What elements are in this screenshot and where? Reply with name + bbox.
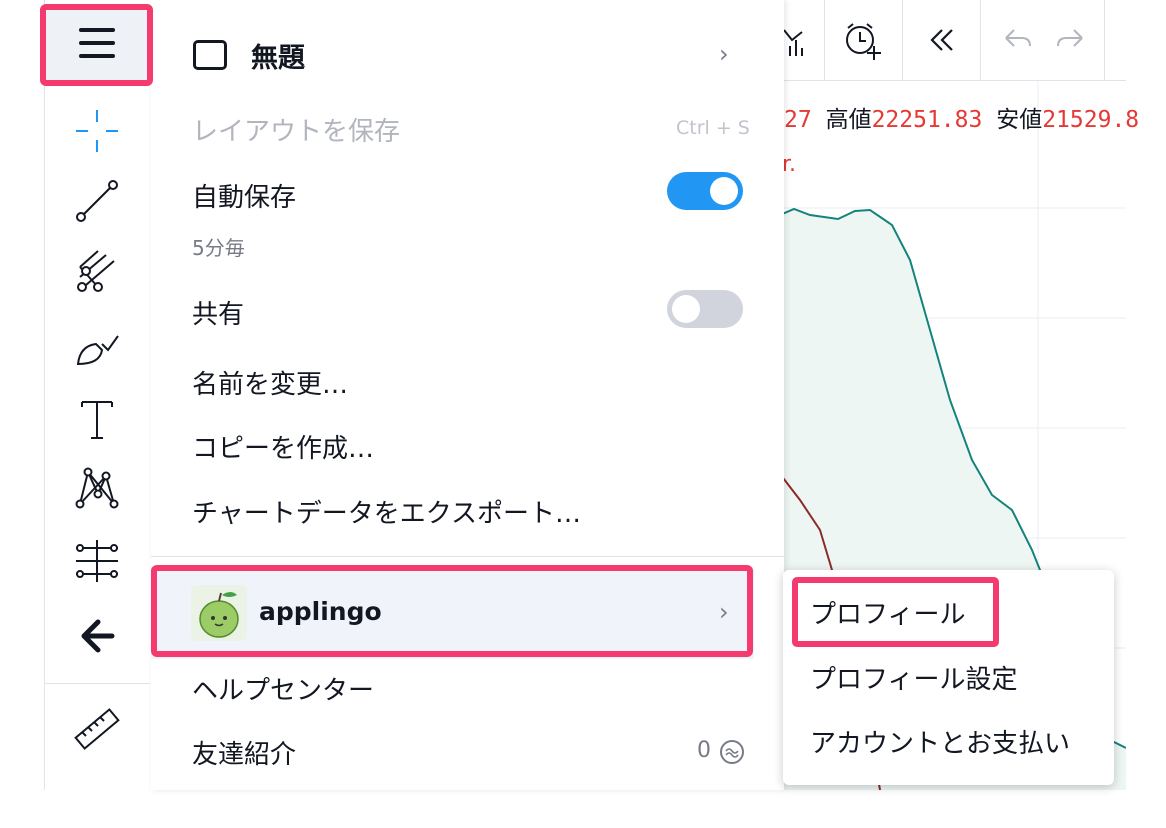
highlight-box bbox=[151, 565, 753, 657]
pitchfork-tool[interactable] bbox=[44, 243, 150, 301]
alert-icon[interactable] bbox=[838, 16, 886, 64]
refer-friend-item[interactable]: 友達紹介 bbox=[192, 734, 296, 771]
highlight-box bbox=[40, 4, 153, 86]
pattern-tool[interactable] bbox=[44, 458, 150, 516]
text-tool[interactable] bbox=[44, 390, 150, 448]
ruler-tool[interactable] bbox=[44, 700, 150, 758]
save-layout-item[interactable]: レイアウトを保存 bbox=[192, 111, 400, 148]
ruler-icon bbox=[74, 708, 120, 750]
pitchfork-icon bbox=[77, 250, 115, 292]
crosshair-tool[interactable] bbox=[44, 102, 150, 160]
legend-low-value: 21529.8 bbox=[1042, 107, 1140, 133]
back-arrow-icon bbox=[81, 619, 115, 653]
layout-icon bbox=[193, 40, 227, 70]
rename-item[interactable]: 名前を変更… bbox=[192, 364, 348, 401]
undo-icon[interactable] bbox=[994, 16, 1042, 64]
back-tool[interactable] bbox=[44, 606, 150, 664]
top-toolbar bbox=[780, 0, 1126, 81]
save-shortcut-label: Ctrl + S bbox=[676, 117, 750, 139]
legend-high-label: 高値 bbox=[825, 107, 872, 133]
share-item[interactable]: 共有 bbox=[192, 294, 244, 331]
autosave-toggle[interactable] bbox=[667, 172, 743, 210]
brush-icon bbox=[76, 335, 119, 366]
share-toggle[interactable] bbox=[667, 290, 743, 328]
chevron-right-icon: › bbox=[719, 40, 729, 68]
toolbar-divider bbox=[44, 683, 150, 684]
rewind-icon[interactable] bbox=[918, 16, 966, 64]
account-billing-item[interactable]: アカウントとお支払い bbox=[810, 723, 1070, 760]
text-icon bbox=[81, 401, 113, 439]
trend-line-icon bbox=[76, 180, 118, 222]
legend-prev-value: 27 bbox=[784, 107, 812, 133]
pattern-icon bbox=[75, 467, 119, 509]
highlight-box bbox=[792, 577, 999, 647]
trend-line-tool[interactable] bbox=[44, 172, 150, 230]
coin-icon bbox=[720, 740, 744, 764]
toolbar-divider bbox=[980, 0, 981, 80]
toolbar-divider bbox=[824, 0, 825, 80]
brush-tool[interactable] bbox=[44, 318, 150, 376]
measure-icon bbox=[76, 540, 118, 582]
legend-sub-text: r. bbox=[782, 152, 797, 177]
legend-high-value: 22251.83 bbox=[871, 107, 983, 133]
menu-divider bbox=[151, 556, 784, 557]
profile-settings-item[interactable]: プロフィール設定 bbox=[810, 659, 1017, 696]
redo-icon[interactable] bbox=[1046, 16, 1094, 64]
legend-low-label: 安値 bbox=[996, 107, 1043, 133]
help-center-item[interactable]: ヘルプセンター bbox=[192, 670, 374, 707]
measure-tool[interactable] bbox=[44, 532, 150, 590]
make-copy-item[interactable]: コピーを作成… bbox=[192, 428, 374, 465]
referral-count: 0 bbox=[697, 738, 711, 763]
toolbar-divider bbox=[902, 0, 903, 80]
chart-legend: 27 高値22251.83 安値21529.8 bbox=[784, 100, 1139, 134]
autosave-interval: 5分毎 bbox=[192, 236, 245, 260]
layout-title[interactable]: 無題 bbox=[251, 36, 305, 75]
autosave-item[interactable]: 自動保存 bbox=[192, 177, 296, 214]
toolbar-divider bbox=[1104, 0, 1105, 80]
crosshair-icon bbox=[76, 110, 118, 152]
export-data-item[interactable]: チャートデータをエクスポート… bbox=[192, 493, 581, 530]
